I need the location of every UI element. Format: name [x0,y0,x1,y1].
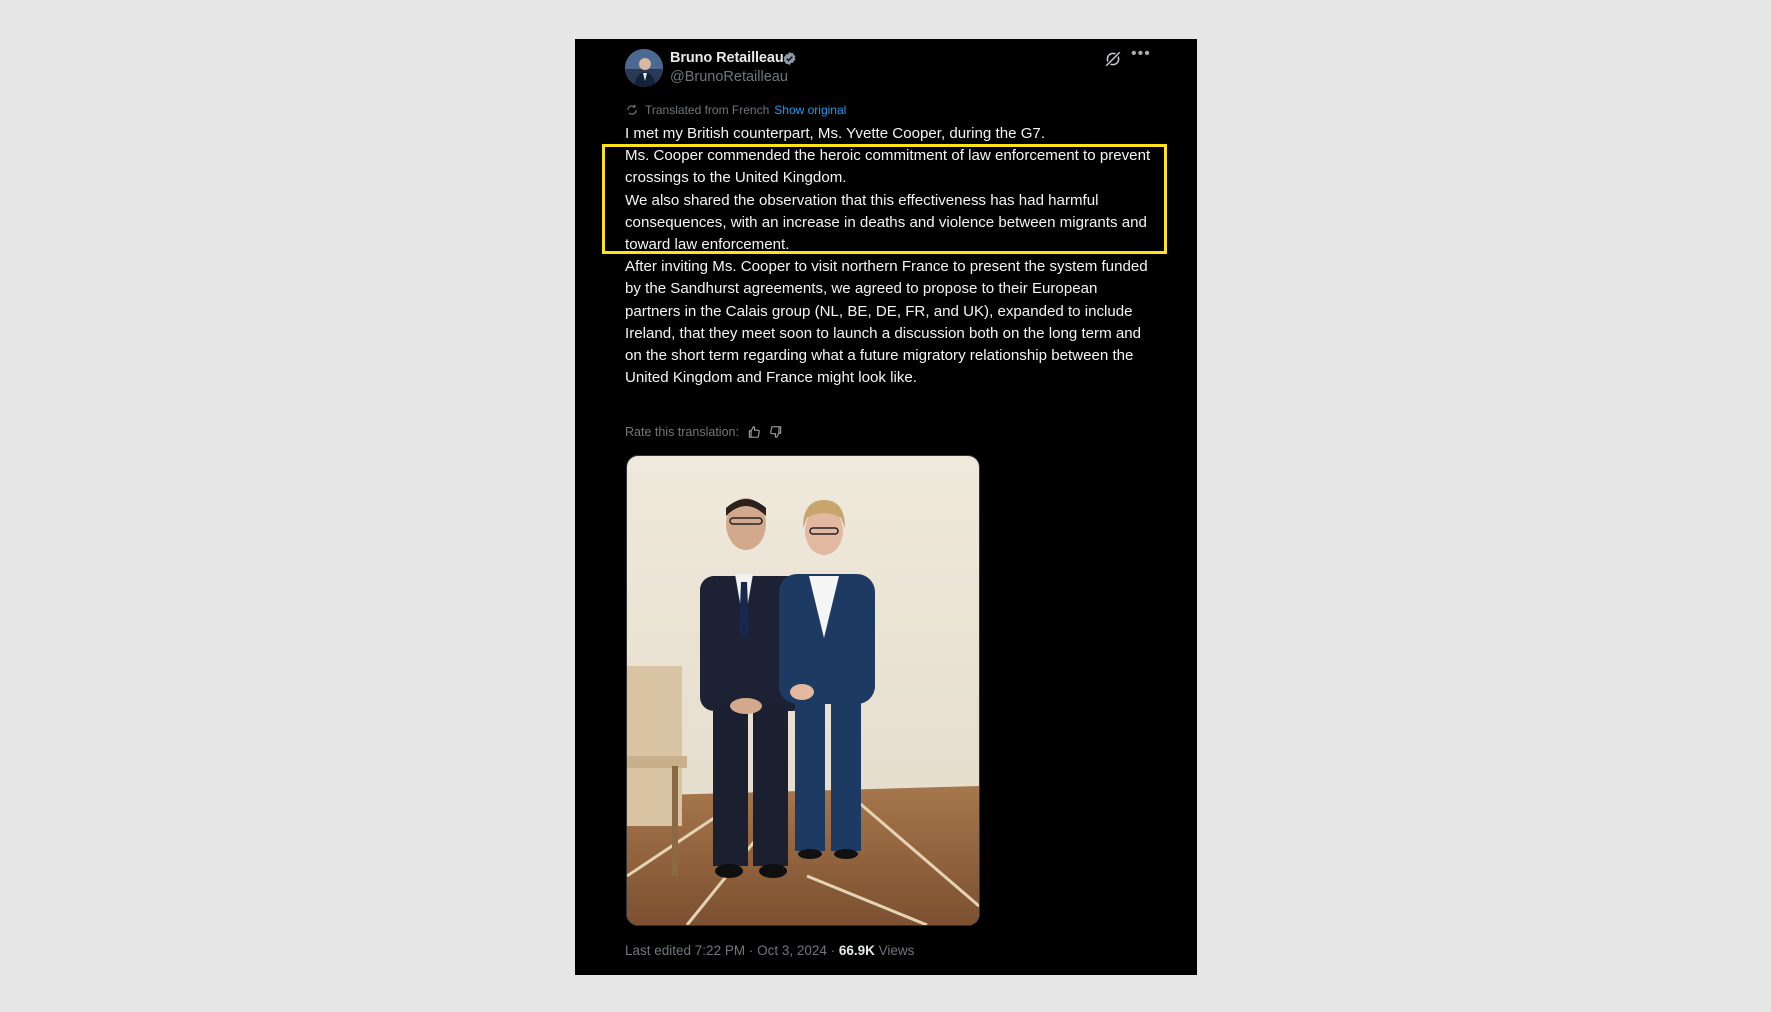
views-count: 66.9K [838,943,875,958]
tweet-paragraph: After inviting Ms. Cooper to visit north… [625,258,1148,387]
highlight-box [602,144,1167,254]
author-name[interactable]: Bruno Retailleau [670,50,784,66]
grok-icon[interactable] [1104,50,1122,68]
rate-translation: Rate this translation: [625,425,783,439]
translated-label: Translated from French [645,103,770,117]
translate-icon [627,104,637,115]
avatar[interactable] [625,49,663,87]
thumbs-down-icon[interactable] [769,425,783,439]
author-handle[interactable]: @BrunoRetailleau [670,69,788,85]
more-options-icon[interactable]: ••• [1131,45,1151,63]
tweet-card: Bruno Retailleau @BrunoRetailleau ••• Tr… [575,39,1197,975]
rate-label: Rate this translation: [625,425,739,439]
verified-badge-icon [783,51,796,66]
thumbs-up-icon[interactable] [747,425,761,439]
translation-notice: Translated from French Show original [625,103,846,117]
views-label: Views [874,943,915,958]
edited-timestamp[interactable]: Last edited 7:22 PM · Oct 3, 2024 · [625,943,839,958]
show-original-link[interactable]: Show original [774,103,846,117]
tweet-footer: Last edited 7:22 PM · Oct 3, 2024 · 66.9… [625,943,914,958]
tweet-photo[interactable] [626,455,980,926]
tweet-paragraph: I met my British counterpart, Ms. Yvette… [625,125,1046,142]
